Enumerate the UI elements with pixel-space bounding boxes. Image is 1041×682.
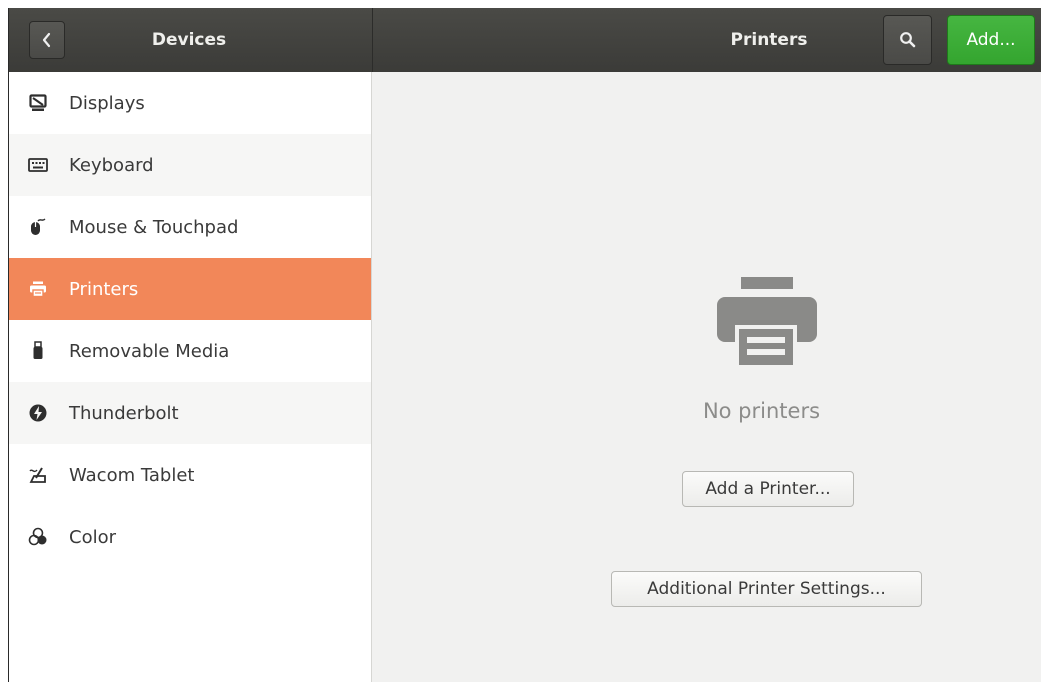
usb-drive-icon <box>27 340 49 362</box>
sidebar-item-label: Displays <box>69 92 145 114</box>
sidebar-item-label: Printers <box>69 278 139 300</box>
add-a-printer-button[interactable]: Add a Printer... <box>682 471 854 507</box>
header-bar: Devices Printers Add... <box>9 8 1041 73</box>
mouse-icon <box>27 216 49 238</box>
sidebar-item-removable-media[interactable]: Removable Media <box>9 320 371 382</box>
header-left-title: Devices <box>151 30 227 50</box>
color-icon <box>27 526 49 548</box>
sidebar-item-color[interactable]: Color <box>9 506 371 568</box>
tablet-icon <box>27 464 49 486</box>
sidebar-item-keyboard[interactable]: Keyboard <box>9 134 371 196</box>
display-icon <box>27 92 49 114</box>
sidebar-item-label: Removable Media <box>69 340 230 362</box>
add-button[interactable]: Add... <box>947 15 1035 65</box>
sidebar-item-label: Color <box>69 526 116 548</box>
sidebar-item-displays[interactable]: Displays <box>9 72 371 134</box>
search-icon <box>899 32 915 48</box>
additional-printer-settings-button[interactable]: Additional Printer Settings... <box>611 571 922 607</box>
sidebar-item-label: Mouse & Touchpad <box>69 216 239 238</box>
printers-panel: No printers Add a Printer... Additional … <box>372 72 1041 682</box>
sidebar-item-label: Keyboard <box>69 154 154 176</box>
search-button[interactable] <box>883 15 932 65</box>
sidebar-item-printers[interactable]: Printers <box>9 258 371 320</box>
sidebar-item-label: Wacom Tablet <box>69 464 195 486</box>
back-button[interactable] <box>29 21 65 59</box>
chevron-left-icon <box>42 32 51 48</box>
header-page-title: Printers <box>730 30 808 50</box>
printer-illustration-icon <box>717 277 817 367</box>
sidebar-item-mouse-touchpad[interactable]: Mouse & Touchpad <box>9 196 371 258</box>
sidebar: Displays Keyboard Mouse & Touchpad Print… <box>9 72 372 682</box>
settings-window: Devices Printers Add... Displays Keyboar… <box>8 8 1041 682</box>
printer-icon <box>27 278 49 300</box>
thunderbolt-icon <box>27 402 49 424</box>
sidebar-item-thunderbolt[interactable]: Thunderbolt <box>9 382 371 444</box>
header-left-pane: Devices <box>9 8 373 72</box>
sidebar-item-wacom-tablet[interactable]: Wacom Tablet <box>9 444 371 506</box>
empty-state-text: No printers <box>702 399 821 423</box>
keyboard-icon <box>27 154 49 176</box>
sidebar-item-label: Thunderbolt <box>69 402 179 424</box>
